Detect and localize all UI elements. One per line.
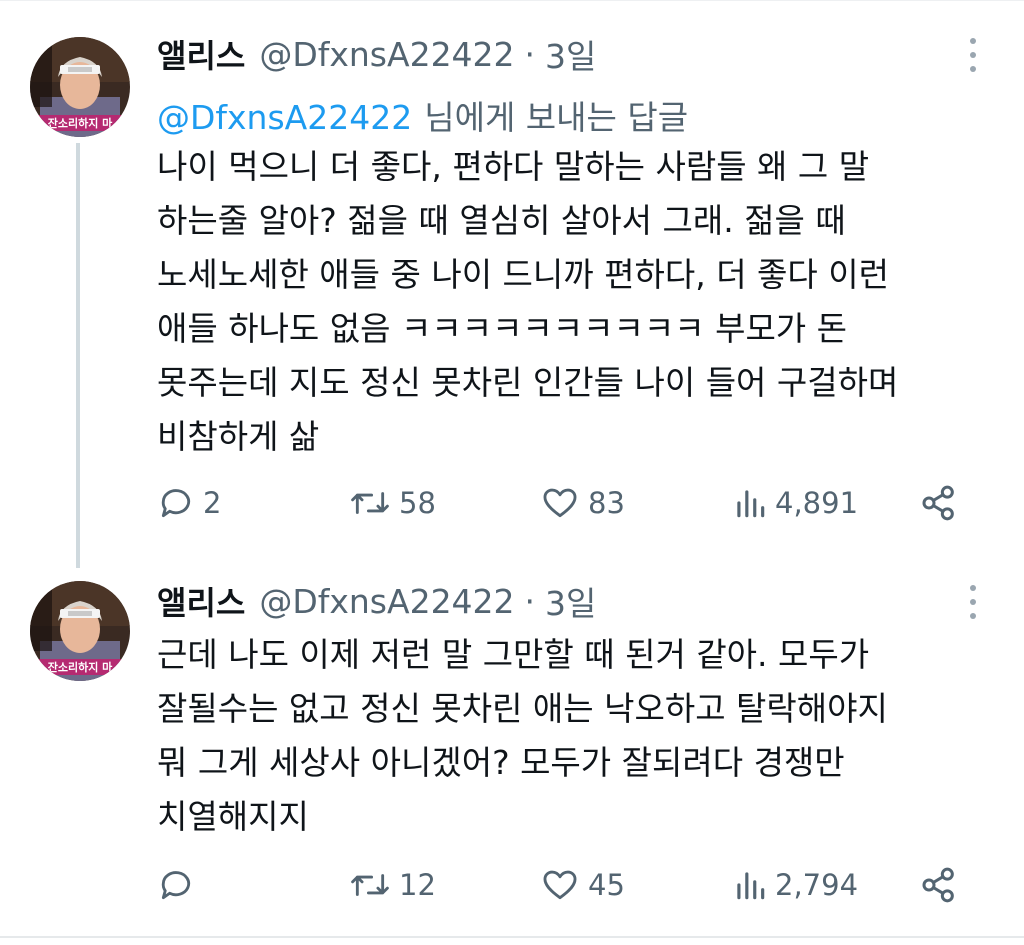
display-name[interactable]: 앨리스	[157, 578, 245, 624]
more-icon[interactable]	[963, 583, 983, 623]
views-icon	[737, 872, 765, 900]
reply-count: 2	[203, 486, 222, 520]
action-bar: 12 45 2,794	[157, 860, 997, 910]
avatar[interactable]: 잔소리하지 마	[30, 37, 130, 137]
tweet-text-line: 못주는데 지도 정신 못차린 인간들 나이 들어 구걸하며	[157, 363, 899, 402]
views-count: 2,794	[775, 868, 859, 902]
like-icon	[543, 488, 577, 518]
retweet-count: 12	[399, 868, 436, 902]
tweet-text-line: 치열해지지	[157, 797, 309, 836]
views-icon	[737, 490, 765, 518]
tweet-text-line: 뭐 그게 세상사 아니겠어? 모두가 잘되려다 경쟁만	[157, 743, 845, 782]
retweet-button[interactable]: 12	[349, 860, 436, 910]
more-icon[interactable]	[963, 36, 983, 76]
reply-context-text: 님에게 보내는 답글	[424, 98, 689, 137]
retweet-icon	[351, 874, 389, 896]
views-count: 4,891	[775, 486, 859, 520]
tweet-text-line: 노세노세한 애들 중 나이 드니까 편하다, 더 좋다 이런	[157, 255, 889, 294]
tweet[interactable]: 잔소리하지 마 앨리스 @DfxnsA22422 · 3일 @DfxnsA224…	[0, 0, 1024, 568]
tweet-text-line: 잘될수는 없고 정신 못차린 애는 낙오하고 탈락해야지	[157, 689, 888, 728]
reply-button[interactable]	[157, 860, 203, 910]
reply-button[interactable]: 2	[157, 478, 221, 528]
display-name[interactable]: 앨리스	[157, 31, 245, 77]
avatar[interactable]: 잔소리하지 마	[30, 581, 130, 681]
action-bar: 2 58 83 4,891	[157, 478, 997, 528]
tweet-text-line: 애들 하나도 없음 ㅋㅋㅋㅋㅋㅋㅋㅋㅋㅋ 부모가 돈	[157, 309, 848, 348]
tweet-text: 근데 나도 이제 저런 말 그만할 때 된거 같아. 모두가 잘될수는 없고 정…	[157, 628, 1007, 844]
like-icon	[543, 870, 577, 900]
retweet-count: 58	[399, 486, 436, 520]
user-handle[interactable]: @DfxnsA22422	[259, 582, 514, 621]
reply-icon	[161, 489, 191, 518]
thread-connector	[76, 143, 80, 568]
tweet-header: 앨리스 @DfxnsA22422 · 3일	[157, 30, 596, 78]
like-count: 83	[588, 486, 625, 520]
timestamp[interactable]: 3일	[545, 30, 596, 78]
retweet-button[interactable]: 58	[349, 478, 436, 528]
avatar-image: 잔소리하지 마	[30, 581, 130, 681]
share-button[interactable]	[919, 860, 959, 910]
avatar-caption: 잔소리하지 마	[48, 116, 113, 130]
reply-context: @DfxnsA22422 님에게 보내는 답글	[157, 91, 688, 139]
reply-icon	[161, 871, 191, 900]
tweet-text-line: 하는줄 알아? 젊을 때 열심히 살아서 그래. 젊을 때	[157, 201, 846, 240]
views-button[interactable]: 2,794	[733, 860, 858, 910]
tweet-text-line: 근데 나도 이제 저런 말 그만할 때 된거 같아. 모두가	[157, 635, 870, 674]
separator-dot: ·	[524, 581, 536, 621]
retweet-icon	[351, 492, 389, 514]
share-button[interactable]	[919, 478, 959, 528]
tweet-text-line: 비참하게 삶	[157, 417, 320, 456]
user-handle[interactable]: @DfxnsA22422	[259, 35, 514, 74]
like-button[interactable]: 45	[540, 860, 625, 910]
reply-mention-link[interactable]: @DfxnsA22422	[157, 98, 412, 137]
avatar-caption: 잔소리하지 마	[48, 660, 113, 674]
views-button[interactable]: 4,891	[733, 478, 858, 528]
like-count: 45	[588, 868, 625, 902]
share-icon	[922, 485, 954, 521]
timestamp[interactable]: 3일	[545, 577, 596, 625]
share-icon	[922, 867, 954, 903]
avatar-image: 잔소리하지 마	[30, 37, 130, 137]
like-button[interactable]: 83	[540, 478, 625, 528]
tweet-header: 앨리스 @DfxnsA22422 · 3일	[157, 577, 596, 625]
bottom-divider	[0, 936, 1024, 938]
separator-dot: ·	[524, 34, 536, 74]
tweet-text-line: 나이 먹으니 더 좋다, 편하다 말하는 사람들 왜 그 말	[157, 147, 870, 186]
tweet-text: 나이 먹으니 더 좋다, 편하다 말하는 사람들 왜 그 말 하는줄 알아? 젊…	[157, 140, 1007, 464]
